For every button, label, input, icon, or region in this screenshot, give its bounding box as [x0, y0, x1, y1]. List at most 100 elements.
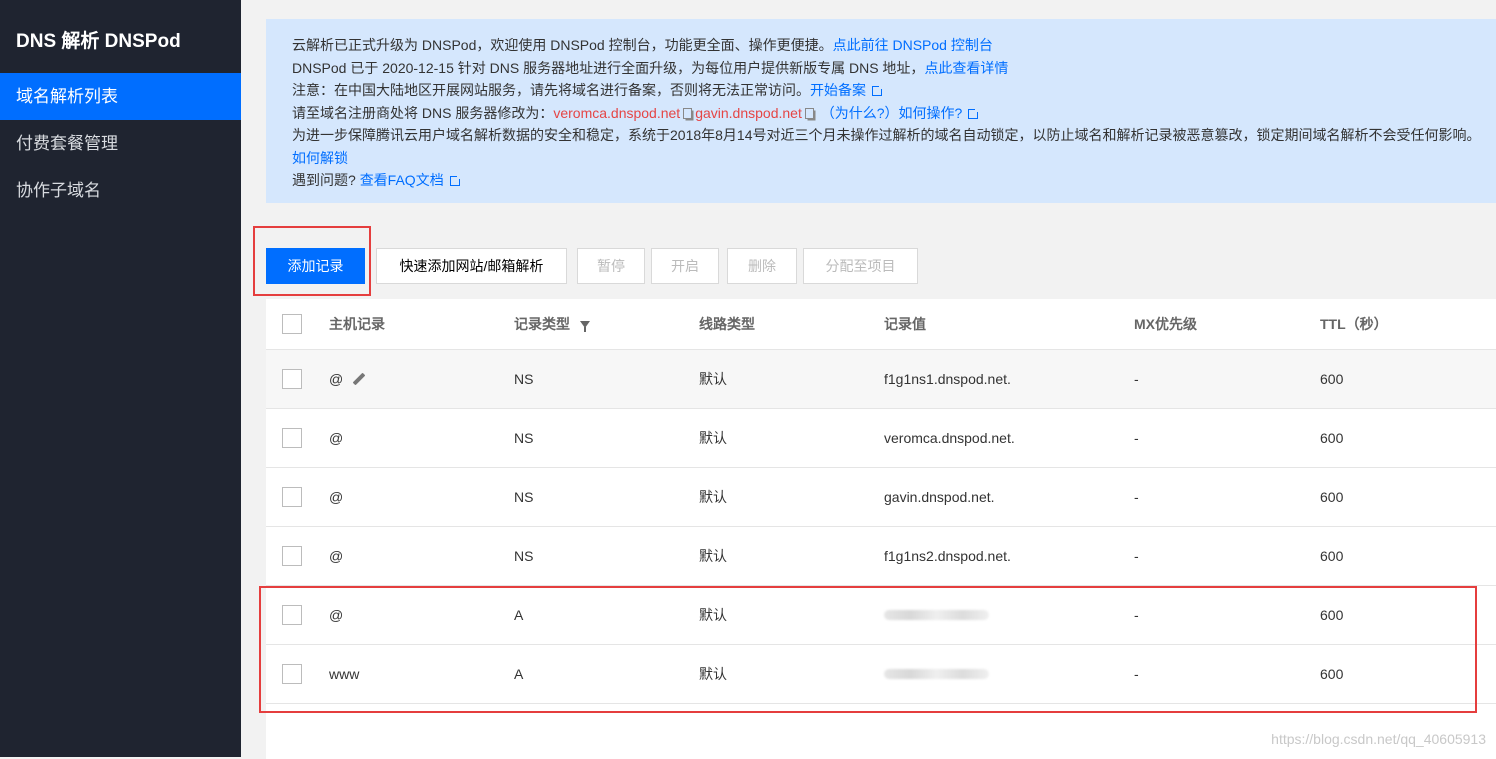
host-value: @: [329, 489, 344, 505]
notice-line-5: 为进一步保障腾讯云用户域名解析数据的安全和稳定，系统于2018年8月14号对近三…: [292, 124, 1496, 147]
edit-icon[interactable]: [352, 372, 366, 386]
host-value: @: [329, 371, 344, 387]
sidebar-item-dns-list[interactable]: 域名解析列表: [0, 73, 241, 120]
line-value: 默认: [699, 430, 727, 446]
notice-text: DNSPod 已于 2020-12-15 针对 DNS 服务器地址进行全面升级，…: [292, 59, 925, 76]
line-value: 默认: [699, 607, 727, 623]
table-row[interactable]: @ A 默认 - 600: [266, 586, 1496, 645]
nameserver-2: gavin.dnspod.net: [695, 104, 802, 121]
notice-text: 遇到问题?: [292, 172, 356, 188]
table-row[interactable]: @ NS 默认 f1g1ns1.dnspod.net. - 600: [266, 350, 1496, 409]
type-value: NS: [514, 430, 534, 446]
brand-title: DNS 解析 DNSPod: [16, 31, 181, 52]
notice-line-6: 如何解锁: [292, 147, 1496, 170]
host-value: www: [329, 666, 360, 682]
record-value: veromca.dnspod.net.: [884, 430, 1015, 446]
ttl-value: 600: [1320, 430, 1344, 446]
record-value: f1g1ns2.dnspod.net.: [884, 548, 1011, 564]
record-value-blurred: [884, 586, 989, 644]
notice-line-3: 注意：在中国大陆地区开展网站服务，请先将域名进行备案，否则将无法正常访问。开始备…: [292, 79, 1496, 102]
table-row[interactable]: www A 默认 - 600: [266, 645, 1496, 704]
blurred-ip: [884, 669, 989, 679]
table-row[interactable]: @ NS 默认 veromca.dnspod.net. - 600: [266, 409, 1496, 468]
line-value: 默认: [699, 548, 727, 564]
header-type-label: 记录类型: [514, 316, 570, 332]
watermark: https://blog.csdn.net/qq_40605913: [1271, 731, 1486, 747]
details-link[interactable]: 点此查看详情: [924, 60, 1008, 76]
how-to-link[interactable]: 如何操作?: [899, 105, 963, 121]
row-checkbox[interactable]: [282, 605, 302, 625]
start-filing-link[interactable]: 开始备案: [810, 82, 866, 98]
ttl-value: 600: [1320, 489, 1344, 505]
row-checkbox[interactable]: [282, 546, 302, 566]
mx-value: -: [1134, 371, 1139, 387]
filter-icon[interactable]: [580, 320, 590, 332]
host-value: @: [329, 607, 344, 623]
blurred-ip: [884, 610, 989, 620]
ttl-value: 600: [1320, 548, 1344, 564]
sidebar: DNS 解析 DNSPod 域名解析列表 付费套餐管理 协作子域名: [0, 0, 241, 757]
notice-text: 注意：在中国大陆地区开展网站服务，请先将域名进行备案，否则将无法正常访问。: [292, 82, 810, 98]
mx-value: -: [1134, 430, 1139, 446]
add-record-button[interactable]: 添加记录: [266, 248, 365, 284]
delete-button[interactable]: 删除: [727, 248, 797, 284]
table-row[interactable]: @ NS 默认 gavin.dnspod.net. - 600: [266, 468, 1496, 527]
type-value: NS: [514, 371, 534, 387]
type-value: NS: [514, 548, 534, 564]
sidebar-item-packages[interactable]: 付费套餐管理: [0, 120, 241, 167]
external-link-icon: [968, 106, 981, 119]
faq-link[interactable]: 查看FAQ文档: [360, 172, 444, 188]
row-checkbox[interactable]: [282, 428, 302, 448]
header-line: 线路类型: [699, 316, 755, 332]
sidebar-item-subdomains[interactable]: 协作子域名: [0, 167, 241, 214]
notice-text: 为进一步保障腾讯云用户域名解析数据的安全和稳定，系统于2018年8月14号对近三…: [292, 127, 1481, 143]
why-link[interactable]: （为什么?）: [821, 105, 899, 121]
ttl-value: 600: [1320, 371, 1344, 387]
ttl-value: 600: [1320, 666, 1344, 682]
record-value: f1g1ns1.dnspod.net.: [884, 371, 1011, 387]
quick-add-button[interactable]: 快速添加网站/邮箱解析: [376, 248, 567, 284]
header-type[interactable]: 记录类型: [514, 299, 590, 349]
mx-value: -: [1134, 489, 1139, 505]
mx-value: -: [1134, 607, 1139, 623]
mx-value: -: [1134, 548, 1139, 564]
notice-line-2: DNSPod 已于 2020-12-15 针对 DNS 服务器地址进行全面升级，…: [292, 57, 1496, 80]
copy-icon[interactable]: [804, 107, 814, 119]
copy-icon[interactable]: [683, 107, 693, 119]
select-all-checkbox[interactable]: [282, 314, 302, 334]
header-value: 记录值: [884, 316, 926, 332]
row-checkbox[interactable]: [282, 487, 302, 507]
header-host: 主机记录: [329, 316, 385, 332]
record-value-blurred: [884, 645, 989, 703]
host-value: @: [329, 430, 344, 446]
record-value: gavin.dnspod.net.: [884, 489, 995, 505]
external-link-icon: [872, 84, 884, 96]
line-value: 默认: [699, 371, 727, 387]
notice-banner: 云解析已正式升级为 DNSPod，欢迎使用 DNSPod 控制台，功能更全面、操…: [266, 19, 1496, 203]
unlock-link[interactable]: 如何解锁: [292, 150, 348, 166]
nameserver-1: veromca.dnspod.net: [553, 104, 681, 121]
row-checkbox[interactable]: [282, 664, 302, 684]
type-value: A: [514, 607, 524, 623]
notice-text: 请至域名注册商处将 DNS 服务器修改为：: [292, 104, 554, 121]
external-link-icon: [449, 174, 462, 186]
notice-line-7: 遇到问题? 查看FAQ文档: [292, 169, 1496, 192]
toolbar: 添加记录 快速添加网站/邮箱解析 暂停 开启 删除 分配至项目: [241, 248, 1496, 284]
type-value: NS: [514, 489, 534, 505]
table-header: 主机记录 记录类型 线路类型 记录值 MX优先级 TTL（秒）: [266, 299, 1496, 350]
row-checkbox[interactable]: [282, 369, 302, 389]
type-value: A: [514, 666, 524, 682]
mx-value: -: [1134, 666, 1139, 682]
host-value: @: [329, 548, 344, 564]
records-table: 主机记录 记录类型 线路类型 记录值 MX优先级 TTL（秒） @ NS 默认 …: [266, 299, 1496, 759]
line-value: 默认: [699, 666, 727, 682]
dnspod-console-link[interactable]: 点此前往 DNSPod 控制台: [833, 37, 993, 53]
enable-button[interactable]: 开启: [651, 248, 719, 284]
main-content: 云解析已正式升级为 DNSPod，欢迎使用 DNSPod 控制台，功能更全面、操…: [241, 0, 1496, 759]
assign-project-button[interactable]: 分配至项目: [803, 248, 918, 284]
header-ttl: TTL（秒）: [1320, 316, 1388, 332]
pause-button[interactable]: 暂停: [577, 248, 645, 284]
table-row[interactable]: @ NS 默认 f1g1ns2.dnspod.net. - 600: [266, 527, 1496, 586]
line-value: 默认: [699, 489, 727, 505]
notice-line-1: 云解析已正式升级为 DNSPod，欢迎使用 DNSPod 控制台，功能更全面、操…: [292, 34, 1496, 57]
